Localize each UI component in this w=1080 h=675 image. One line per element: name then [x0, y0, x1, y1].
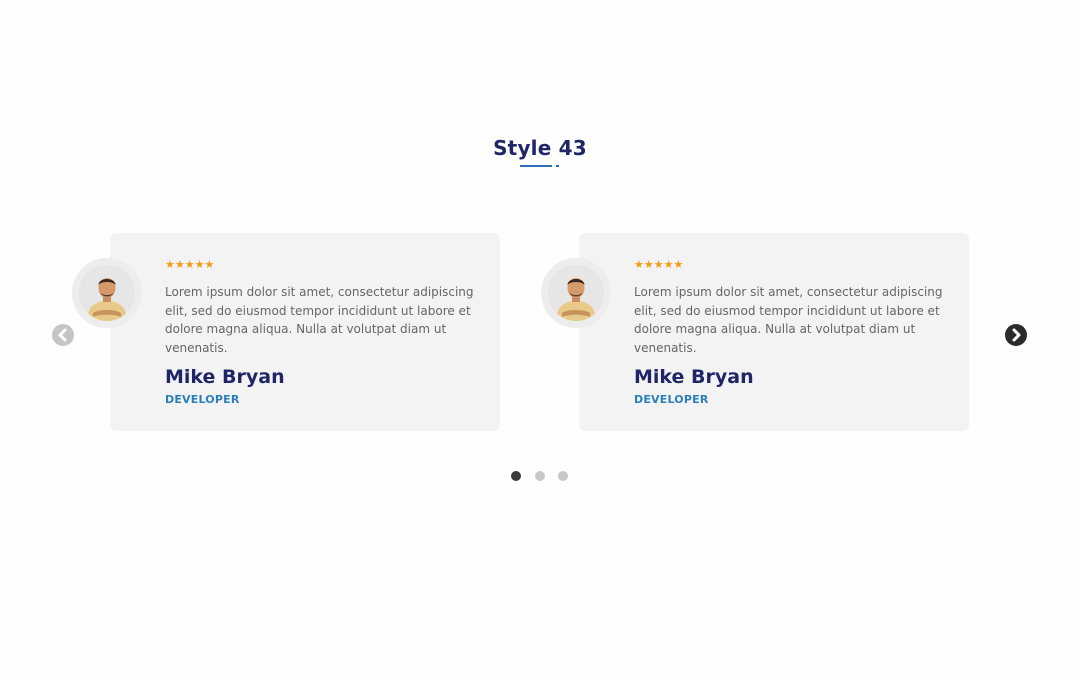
avatar [548, 265, 604, 321]
person-photo-icon [79, 265, 135, 321]
author-name: Mike Bryan [165, 366, 285, 388]
testimonial-section: Style 43 ★★★★★ Lorem ipsum dolor sit ame… [0, 0, 1080, 675]
testimonial-card: ★★★★★ Lorem ipsum dolor sit amet, consec… [72, 233, 500, 431]
testimonial-quote: Lorem ipsum dolor sit amet, consectetur … [165, 285, 474, 355]
author-role: DEVELOPER [634, 393, 709, 406]
pagination-dot-1[interactable] [511, 471, 521, 481]
section-title: Style 43 [493, 136, 587, 160]
person-photo-icon [548, 265, 604, 321]
pagination-dot-3[interactable] [558, 471, 568, 481]
title-underline [520, 165, 552, 167]
chevron-left-icon [58, 328, 67, 342]
carousel-next-button[interactable] [1005, 324, 1027, 346]
author-name: Mike Bryan [634, 366, 754, 388]
avatar [79, 265, 135, 321]
author-role: DEVELOPER [165, 393, 240, 406]
avatar-ring [72, 258, 142, 328]
pagination-dot-2[interactable] [535, 471, 545, 481]
rating-stars: ★★★★★ [634, 259, 684, 271]
testimonial-quote: Lorem ipsum dolor sit amet, consectetur … [634, 285, 943, 355]
avatar-ring [541, 258, 611, 328]
testimonial-card: ★★★★★ Lorem ipsum dolor sit amet, consec… [541, 233, 969, 431]
rating-stars: ★★★★★ [165, 259, 215, 271]
title-underline-dot [556, 165, 559, 167]
carousel-prev-button[interactable] [52, 324, 74, 346]
chevron-right-icon [1012, 328, 1021, 342]
